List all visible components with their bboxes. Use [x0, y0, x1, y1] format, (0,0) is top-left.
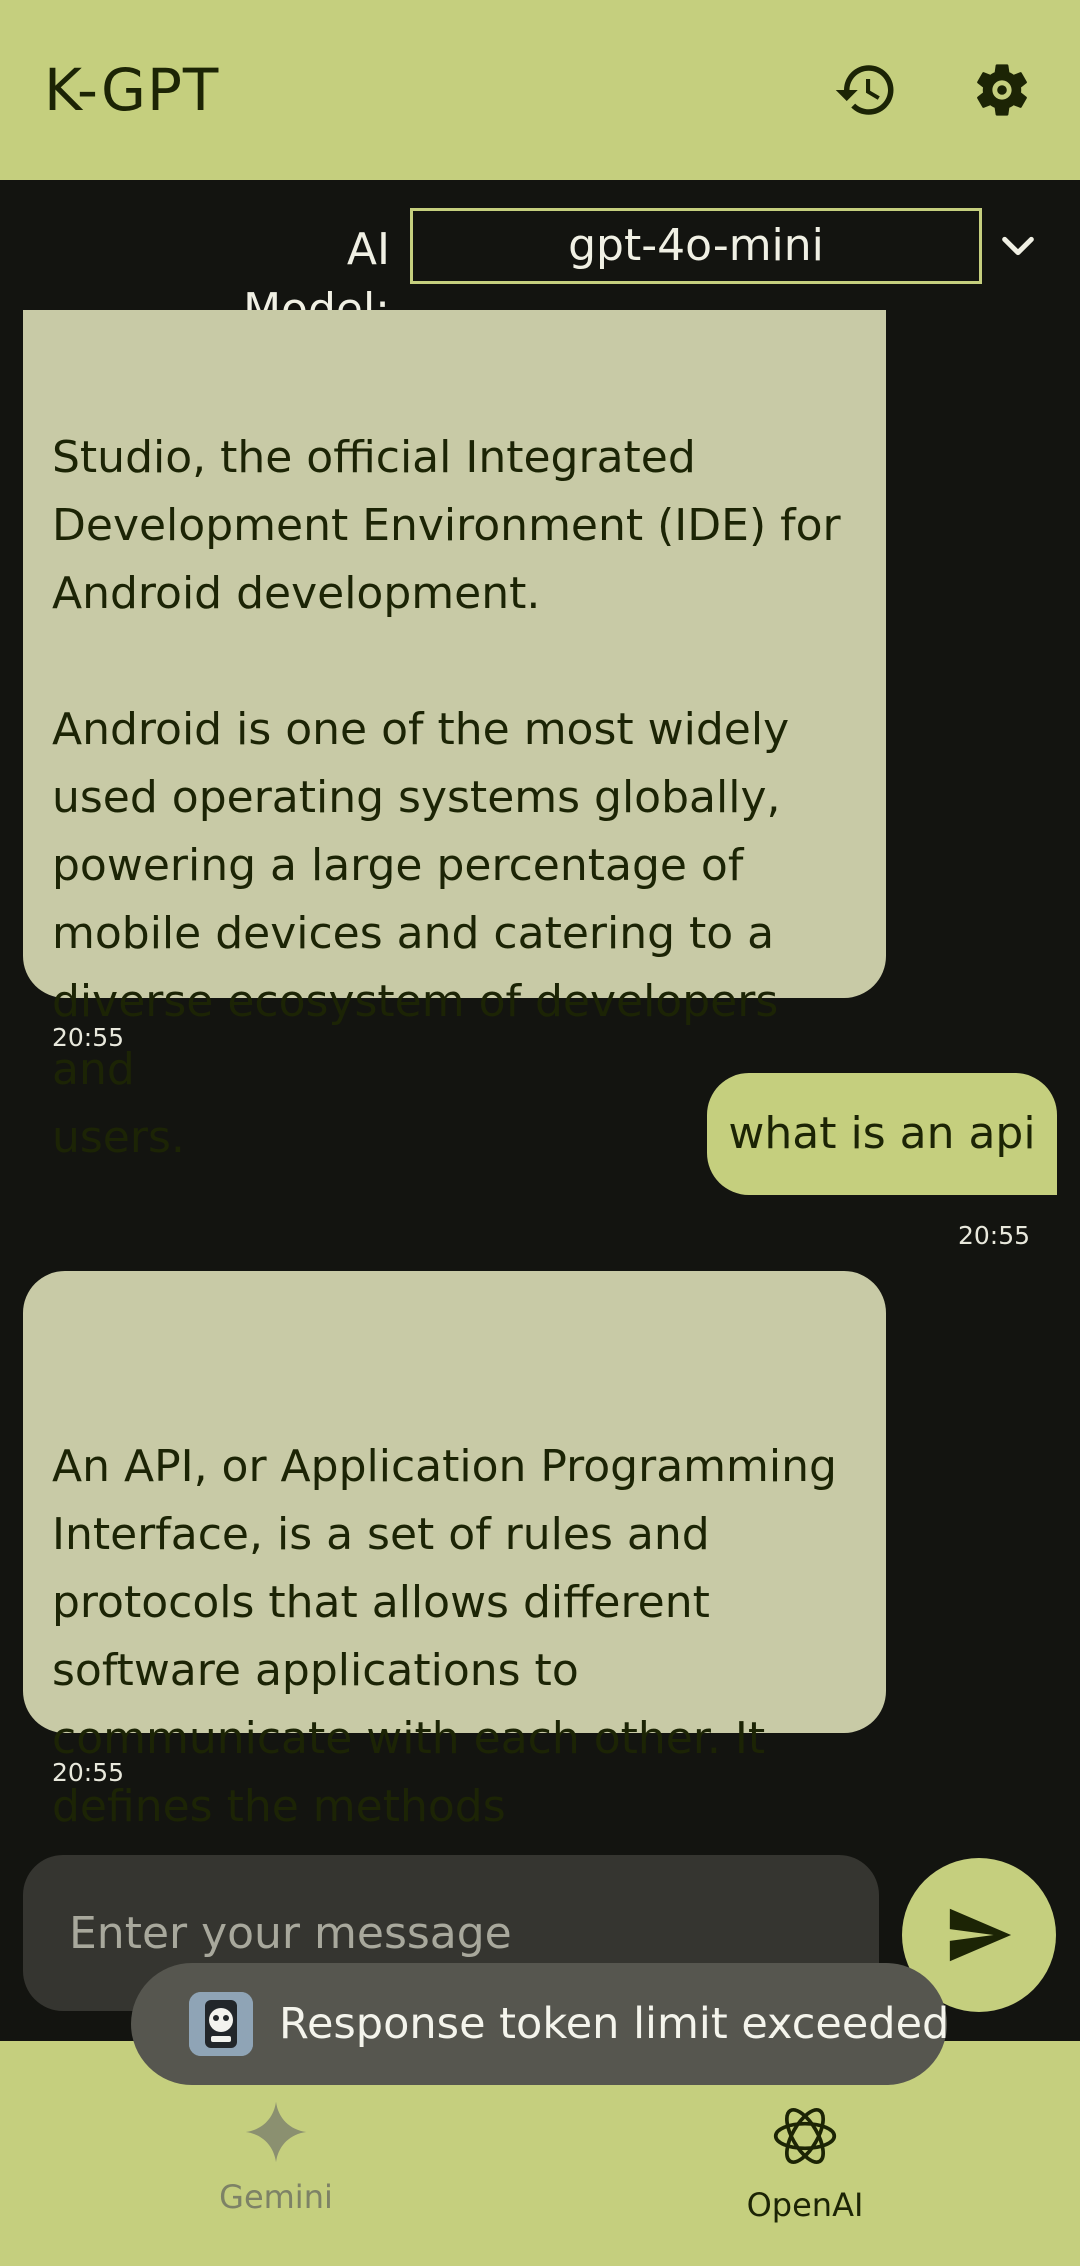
- toast-notification: Response token limit exceeded: [131, 1963, 950, 2085]
- toast-message: Response token limit exceeded: [279, 1999, 950, 2049]
- history-icon: [835, 65, 894, 115]
- message-timestamp: 20:55: [52, 1758, 125, 1787]
- message-input-placeholder: Enter your message: [69, 1908, 512, 1959]
- model-dropdown[interactable]: gpt-4o-mini: [410, 208, 982, 284]
- assistant-message-bubble: An API, or Application Programming Inter…: [23, 1271, 886, 1832]
- nav-item-openai[interactable]: OpenAI: [675, 2099, 935, 2229]
- message-timestamp: 20:55: [958, 1221, 1031, 1250]
- history-button[interactable]: [828, 52, 904, 128]
- chat-message-list[interactable]: Studio, the official Integrated Developm…: [0, 310, 1080, 1850]
- user-message-text: what is an api: [728, 1108, 1036, 1159]
- nav-label-openai: OpenAI: [746, 2186, 864, 2224]
- gear-icon: [977, 64, 1027, 116]
- gemini-sparkle-icon: [245, 2101, 307, 2163]
- nav-item-gemini[interactable]: Gemini: [146, 2099, 406, 2229]
- app-logo-icon: [189, 1992, 253, 2056]
- send-icon: [949, 1908, 1012, 1962]
- model-selector-row: AI Model: gpt-4o-mini: [0, 180, 1080, 335]
- settings-button[interactable]: [964, 52, 1040, 128]
- top-app-bar: K-GPT: [0, 0, 1080, 180]
- assistant-message-text: Studio, the official Integrated Developm…: [52, 432, 841, 1163]
- user-message-bubble: what is an api: [707, 1073, 1057, 1195]
- nav-label-gemini: Gemini: [219, 2178, 333, 2216]
- assistant-message-text: An API, or Application Programming Inter…: [52, 1441, 837, 1832]
- message-timestamp: 20:55: [52, 1023, 125, 1052]
- assistant-message-bubble: Studio, the official Integrated Developm…: [23, 310, 886, 1163]
- chevron-down-icon: [1002, 236, 1034, 256]
- openai-logo-icon: [773, 2108, 837, 2164]
- app-title: K-GPT: [44, 56, 220, 124]
- model-dropdown-toggle[interactable]: [990, 214, 1046, 278]
